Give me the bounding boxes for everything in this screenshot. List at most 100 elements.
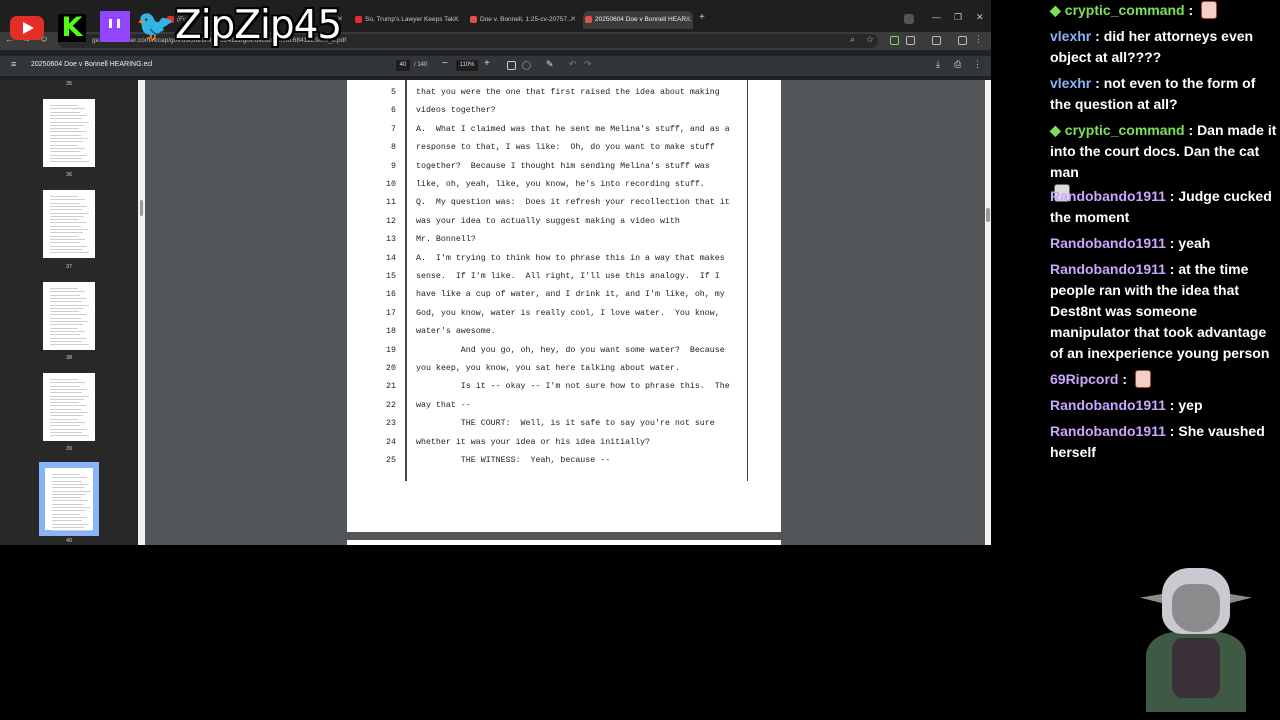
- line-number: 9: [391, 161, 396, 171]
- chat-separator: :: [1165, 423, 1179, 439]
- transcript-line: 24 whether it was your idea or his idea i…: [347, 438, 781, 456]
- chat-username[interactable]: cryptic_command: [1065, 122, 1185, 138]
- avatar-chest: [1172, 638, 1220, 698]
- tab-doe-v-bonnell-docket[interactable]: Doe v. Bonnell, 1:25-cv-20757... ✕: [468, 11, 578, 29]
- line-text: A. What I claimed was that he sent me Me…: [416, 124, 730, 134]
- transcript-line: 19 And you go, oh, hey, do you want some…: [347, 346, 781, 364]
- line-text: way that --: [416, 400, 471, 410]
- line-text: like, oh, yeah, like, you know, he's int…: [416, 180, 705, 189]
- line-number: 8: [391, 143, 396, 153]
- bookmark-star-icon[interactable]: ☆: [866, 34, 874, 45]
- pdf-page: 5 that you were the one that first raised…: [347, 80, 781, 532]
- document-scroll-thumb[interactable]: [986, 208, 990, 222]
- thumbnail-sidebar: 35 36 37 38 39 40: [0, 80, 138, 545]
- chat-separator: :: [1165, 188, 1179, 204]
- tab-label: So, Trump's Lawyer Keeps Tak...: [365, 16, 460, 23]
- line-number: 7: [391, 124, 396, 134]
- extensions-puzzle-icon[interactable]: [906, 36, 915, 45]
- line-text: videos together?: [416, 106, 496, 116]
- transcript-line: 17 God, you know, water is really cool, I…: [347, 309, 781, 327]
- pdf-toolbar: ≡ 20250604 Doe v Bonnell HEARING.ecl 40 …: [0, 56, 991, 76]
- mod-badge-icon: ◆: [1050, 2, 1061, 18]
- tab-trump-lawyer[interactable]: So, Trump's Lawyer Keeps Tak... ✕: [353, 11, 461, 29]
- transcript-line: 11 Q. My question was: Does it refresh yo…: [347, 198, 781, 216]
- thumbnail-label: 37: [65, 264, 73, 270]
- pdf-favicon-icon: [585, 16, 592, 23]
- line-text: God, you know, water is really cool, I l…: [416, 308, 720, 318]
- line-number: 6: [391, 106, 396, 116]
- chat-username[interactable]: vlexhr: [1050, 28, 1091, 44]
- new-tab-button[interactable]: +: [699, 12, 705, 23]
- minimize-icon[interactable]: —: [932, 12, 941, 22]
- close-window-icon[interactable]: ✕: [976, 12, 984, 23]
- draw-pen-icon[interactable]: ✎: [546, 59, 554, 70]
- close-tab-icon[interactable]: ✕: [453, 11, 459, 29]
- menu-icon[interactable]: ≡: [11, 59, 16, 69]
- redo-icon[interactable]: ↷: [584, 59, 592, 70]
- line-number: 18: [386, 327, 396, 337]
- fit-page-icon[interactable]: [507, 61, 516, 70]
- browser-menu-icon[interactable]: ⋮: [974, 34, 983, 45]
- stream-overlay: K 🐦 ZipZip45: [0, 0, 342, 48]
- extension-icon[interactable]: [890, 36, 899, 45]
- chat-username[interactable]: 69Ripcord: [1050, 371, 1118, 387]
- profile-icon[interactable]: [958, 36, 967, 45]
- chat-username[interactable]: Randobando1911: [1050, 261, 1166, 277]
- thumbnail-page[interactable]: [43, 373, 95, 441]
- transcript-line: 12 was your idea to actually suggest maki…: [347, 217, 781, 235]
- print-icon[interactable]: ⎙: [954, 59, 961, 70]
- chat-separator: :: [1118, 371, 1131, 387]
- chat-username[interactable]: Randobando1911: [1050, 188, 1166, 204]
- zoom-out-button[interactable]: −: [442, 58, 448, 69]
- document-scrollbar[interactable]: [985, 80, 991, 545]
- zoom-level-input[interactable]: 110%: [456, 60, 478, 71]
- line-text: Q. My question was: Does it refresh your…: [416, 198, 730, 208]
- tab-hearing-pdf[interactable]: 20250604 Doe v Bonnell HEAR... ✕: [583, 11, 693, 29]
- rotate-icon[interactable]: [522, 61, 531, 70]
- thumbnail-scroll-thumb[interactable]: [140, 200, 143, 216]
- pdf-next-page: [347, 540, 781, 545]
- undo-icon[interactable]: ↶: [569, 59, 577, 70]
- thumbnail-page[interactable]: [43, 190, 95, 258]
- line-text: And you go, oh, hey, do you want some wa…: [416, 345, 725, 355]
- face-emote-icon: [1201, 1, 1218, 19]
- thumbnail-label: 40: [65, 538, 73, 544]
- thumbnail-page[interactable]: [43, 282, 95, 350]
- more-options-icon[interactable]: ⋮: [973, 59, 982, 70]
- transcript-line: 22 way that --: [347, 401, 781, 419]
- tab-label: Doe v. Bonnell, 1:25-cv-20757...: [480, 16, 573, 23]
- thumbnail-page[interactable]: [43, 99, 95, 167]
- pdf-favicon-icon: [470, 16, 477, 23]
- pdf-document-area[interactable]: 5 that you were the one that first raised…: [145, 80, 985, 545]
- transcript-line: 23 THE COURT: Well, is it safe to say yo…: [347, 419, 781, 437]
- transcript-line: 9 together? Because I thought him sending…: [347, 162, 781, 180]
- streamer-avatar: [1140, 562, 1252, 712]
- line-number: 19: [386, 345, 396, 355]
- extension-icon[interactable]: [904, 14, 914, 24]
- chat-username[interactable]: vlexhr: [1050, 75, 1091, 91]
- sidebar-icon[interactable]: [932, 36, 941, 45]
- transcript-line: 16 have like a cup of water, and I drink …: [347, 290, 781, 308]
- line-number: 22: [386, 400, 396, 410]
- transcript-line: 20 you keep, you know, you sat here talki…: [347, 364, 781, 382]
- line-text: was your idea to actually suggest making…: [416, 216, 680, 226]
- chat-username[interactable]: cryptic_command: [1065, 2, 1185, 18]
- line-text: THE COURT: Well, is it safe to say you'r…: [416, 419, 715, 429]
- download-icon[interactable]: ⤓: [936, 59, 940, 70]
- line-text: A. I'm trying to think how to phrase thi…: [416, 253, 725, 263]
- line-text: THE WITNESS: Yeah, because --: [416, 456, 611, 465]
- page-number-input[interactable]: 40: [396, 60, 410, 71]
- chat-username[interactable]: Randobando1911: [1050, 235, 1166, 251]
- zoom-icon[interactable]: ⌕: [850, 34, 855, 45]
- mod-badge-icon: ◆: [1050, 122, 1061, 138]
- thumbnail-scrollbar[interactable]: [138, 80, 145, 545]
- close-tab-icon[interactable]: ✕: [570, 11, 576, 29]
- thumbnail-page-selected[interactable]: [39, 462, 99, 536]
- maximize-icon[interactable]: ❐: [954, 12, 962, 23]
- chat-message: Randobando1911 : yep: [1050, 395, 1280, 416]
- chat-username[interactable]: Randobando1911: [1050, 423, 1166, 439]
- chat-username[interactable]: Randobando1911: [1050, 397, 1166, 413]
- close-tab-icon[interactable]: ✕: [685, 11, 691, 29]
- thumbnail-label: 38: [65, 355, 73, 361]
- zoom-in-button[interactable]: +: [484, 58, 490, 69]
